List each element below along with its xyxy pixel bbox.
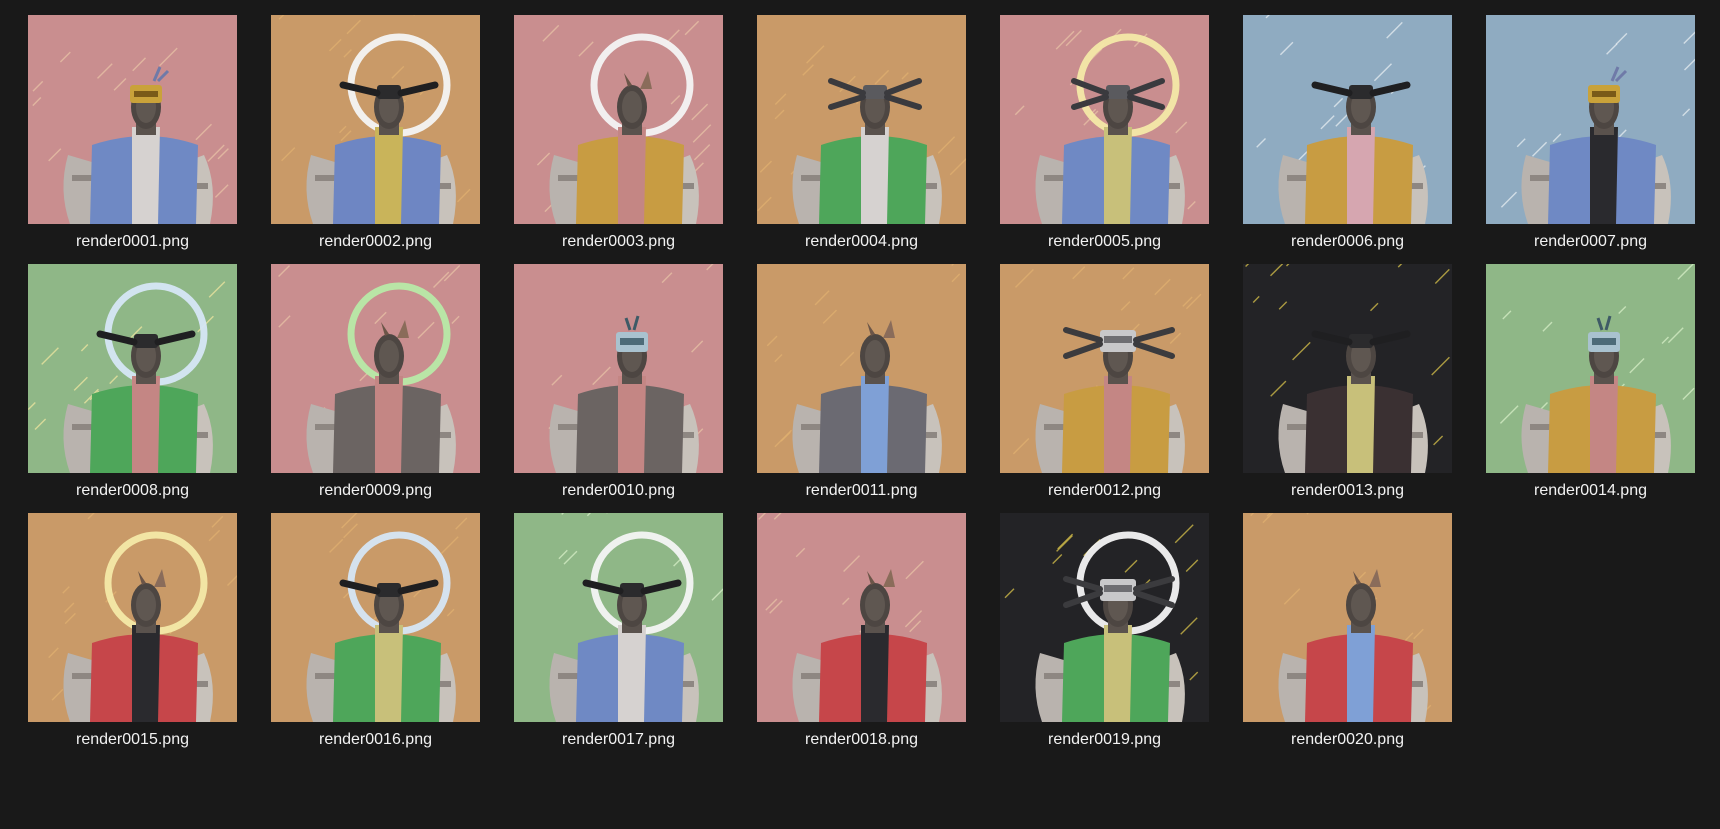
file-name-label[interactable]: render0012.png xyxy=(984,482,1225,500)
file-name-label[interactable]: render0007.png xyxy=(1470,233,1711,251)
file-grid: render0001.png render0002.png render0003 xyxy=(28,15,1695,762)
file-item[interactable]: render0006.png xyxy=(1243,15,1452,264)
file-name-label[interactable]: render0016.png xyxy=(255,731,496,749)
file-thumbnail-image[interactable] xyxy=(1000,15,1209,224)
file-thumbnail-image[interactable] xyxy=(757,264,966,473)
file-thumbnail-image[interactable] xyxy=(28,15,237,224)
file-thumbnail-image[interactable] xyxy=(1486,264,1695,473)
file-name-label[interactable]: render0001.png xyxy=(12,233,253,251)
file-thumbnail-image[interactable] xyxy=(1000,264,1209,473)
file-name-label[interactable]: render0014.png xyxy=(1470,482,1711,500)
file-item[interactable]: render0010.png xyxy=(514,264,723,513)
file-item[interactable]: render0018.png xyxy=(757,513,966,762)
file-name-label[interactable]: render0011.png xyxy=(741,482,982,500)
file-item[interactable]: render0001.png xyxy=(28,15,237,264)
file-thumbnail-image[interactable] xyxy=(28,513,237,722)
file-name-label[interactable]: render0010.png xyxy=(498,482,739,500)
file-item[interactable]: render0003.png xyxy=(514,15,723,264)
file-name-label[interactable]: render0005.png xyxy=(984,233,1225,251)
file-name-label[interactable]: render0009.png xyxy=(255,482,496,500)
file-item[interactable]: render0007.png xyxy=(1486,15,1695,264)
file-thumbnail-image[interactable] xyxy=(514,513,723,722)
file-name-label[interactable]: render0018.png xyxy=(741,731,982,749)
file-name-label[interactable]: render0013.png xyxy=(1227,482,1468,500)
file-thumbnail-image[interactable] xyxy=(1243,513,1452,722)
file-name-label[interactable]: render0006.png xyxy=(1227,233,1468,251)
file-item[interactable]: render0012.png xyxy=(1000,264,1209,513)
file-item[interactable]: render0017.png xyxy=(514,513,723,762)
file-thumbnail-image[interactable] xyxy=(1243,264,1452,473)
file-thumbnail-image[interactable] xyxy=(757,513,966,722)
file-thumbnail-image[interactable] xyxy=(514,264,723,473)
file-thumbnail-image[interactable] xyxy=(757,15,966,224)
file-name-label[interactable]: render0003.png xyxy=(498,233,739,251)
file-item[interactable]: render0015.png xyxy=(28,513,237,762)
file-thumbnail-image[interactable] xyxy=(271,15,480,224)
file-name-label[interactable]: render0015.png xyxy=(12,731,253,749)
file-thumbnail-image[interactable] xyxy=(28,264,237,473)
file-item[interactable]: render0009.png xyxy=(271,264,480,513)
file-item[interactable]: render0020.png xyxy=(1243,513,1452,762)
file-name-label[interactable]: render0019.png xyxy=(984,731,1225,749)
file-thumbnail-image[interactable] xyxy=(514,15,723,224)
file-name-label[interactable]: render0017.png xyxy=(498,731,739,749)
file-thumbnail-image[interactable] xyxy=(1243,15,1452,224)
file-item[interactable]: render0014.png xyxy=(1486,264,1695,513)
file-item[interactable]: render0005.png xyxy=(1000,15,1209,264)
file-thumbnail-image[interactable] xyxy=(271,513,480,722)
file-thumbnail-image[interactable] xyxy=(1000,513,1209,722)
file-item[interactable]: render0011.png xyxy=(757,264,966,513)
file-item[interactable]: render0004.png xyxy=(757,15,966,264)
file-name-label[interactable]: render0004.png xyxy=(741,233,982,251)
file-name-label[interactable]: render0008.png xyxy=(12,482,253,500)
file-item[interactable]: render0019.png xyxy=(1000,513,1209,762)
file-item[interactable]: render0002.png xyxy=(271,15,480,264)
file-item[interactable]: render0008.png xyxy=(28,264,237,513)
file-item[interactable]: render0016.png xyxy=(271,513,480,762)
file-name-label[interactable]: render0002.png xyxy=(255,233,496,251)
file-name-label[interactable]: render0020.png xyxy=(1227,731,1468,749)
file-item[interactable]: render0013.png xyxy=(1243,264,1452,513)
file-thumbnail-image[interactable] xyxy=(1486,15,1695,224)
file-thumbnail-image[interactable] xyxy=(271,264,480,473)
